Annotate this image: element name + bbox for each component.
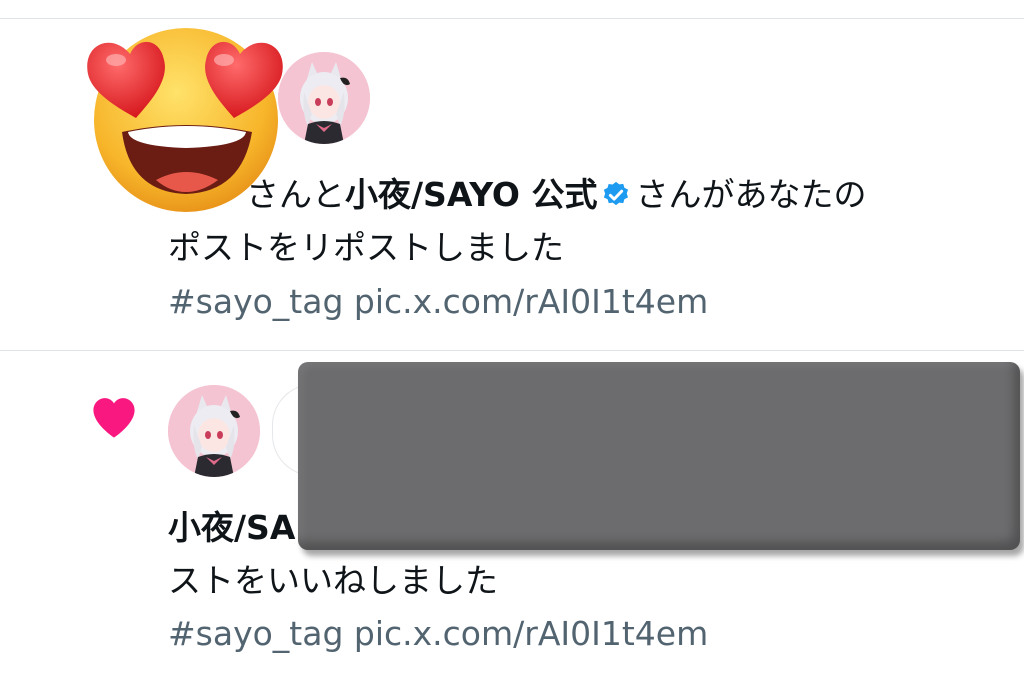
notification-text: 小夜/SA bbox=[168, 503, 295, 553]
heart-eyes-emoji-icon bbox=[87, 28, 283, 212]
heart-icon bbox=[93, 398, 135, 438]
post-preview[interactable]: #sayo_tag pic.x.com/rAI0I1t4em bbox=[168, 277, 708, 327]
redaction-block bbox=[298, 362, 1020, 550]
post-preview[interactable]: #sayo_tag pic.x.com/rAI0I1t4em bbox=[168, 609, 708, 659]
avatar[interactable] bbox=[168, 385, 260, 477]
actor-name[interactable]: 小夜/SAYO 公式 bbox=[345, 175, 597, 214]
avatar-image bbox=[168, 385, 260, 477]
action-text: さんがあなたの bbox=[635, 175, 867, 214]
verified-badge-icon bbox=[604, 181, 629, 206]
action-text-line2: ポストをリポストしました bbox=[168, 228, 564, 267]
action-text-line2: ストをいいねしました bbox=[168, 561, 498, 600]
actor-name[interactable]: 小夜/SA bbox=[168, 508, 295, 547]
